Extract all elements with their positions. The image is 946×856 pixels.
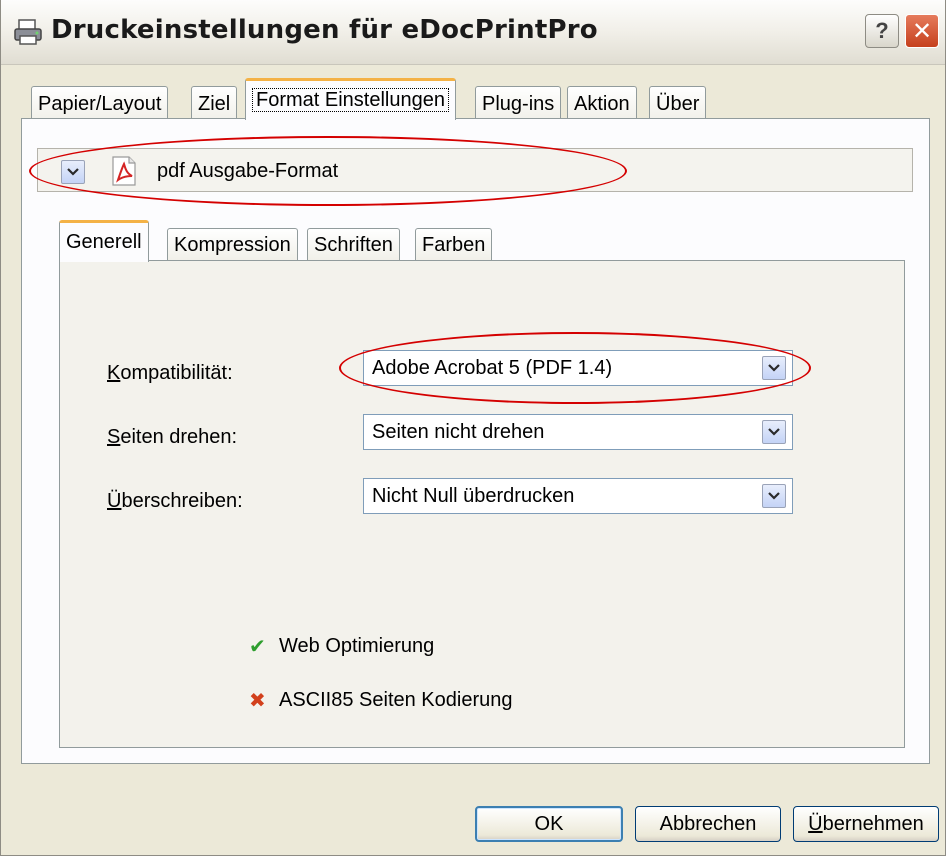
checkmark-icon: ✔ bbox=[249, 636, 266, 658]
compat-dropdown-button[interactable] bbox=[762, 356, 786, 380]
rotate-select[interactable]: Seiten nicht drehen bbox=[363, 414, 793, 450]
tab-ueber[interactable]: Über bbox=[649, 86, 707, 122]
subtab-farben[interactable]: Farben bbox=[415, 228, 493, 262]
option-web-optimierung[interactable]: ✔ Web Optimierung bbox=[249, 634, 434, 659]
help-button[interactable]: ? bbox=[865, 14, 899, 48]
rotate-dropdown-button[interactable] bbox=[762, 420, 786, 444]
subtab-kompression[interactable]: Kompression bbox=[167, 228, 298, 262]
subtab-generell[interactable]: Generell bbox=[59, 220, 149, 262]
tab-format-einstellungen[interactable]: Format Einstellungen bbox=[245, 78, 456, 120]
tab-format-einstellungen-label: Format Einstellungen bbox=[252, 88, 449, 112]
compat-select[interactable]: Adobe Acrobat 5 (PDF 1.4) bbox=[363, 350, 793, 386]
rotate-value: Seiten nicht drehen bbox=[372, 421, 545, 443]
tab-ziel[interactable]: Ziel bbox=[191, 86, 238, 122]
option-label: ASCII85 Seiten Kodierung bbox=[279, 689, 513, 711]
format-selected-value: pdf Ausgabe-Format bbox=[157, 160, 339, 182]
ok-button[interactable]: OK bbox=[475, 806, 623, 842]
tab-aktion[interactable]: Aktion bbox=[567, 86, 637, 122]
compat-label: Kompatibilität: bbox=[107, 362, 233, 384]
chevron-down-icon bbox=[67, 168, 79, 176]
window-title: Druckeinstellungen für eDocPrintPro bbox=[51, 15, 598, 45]
pdf-icon bbox=[112, 156, 136, 186]
chevron-down-icon bbox=[768, 428, 780, 436]
cancel-button[interactable]: Abbrechen bbox=[635, 806, 781, 842]
dialog-window: Druckeinstellungen für eDocPrintPro ? ✕ … bbox=[0, 0, 946, 856]
tab-papier-layout[interactable]: Papier/Layout bbox=[31, 86, 169, 122]
rotate-label: Seiten drehen: bbox=[107, 426, 238, 448]
overprint-dropdown-button[interactable] bbox=[762, 484, 786, 508]
overprint-select[interactable]: Nicht Null überdrucken bbox=[363, 478, 793, 514]
apply-button[interactable]: Übernehmen bbox=[793, 806, 939, 842]
chevron-down-icon bbox=[768, 364, 780, 372]
printer-icon bbox=[14, 19, 42, 45]
tab-plug-ins[interactable]: Plug-ins bbox=[475, 86, 562, 122]
subtab-schriften[interactable]: Schriften bbox=[307, 228, 400, 262]
title-bar[interactable]: Druckeinstellungen für eDocPrintPro ? ✕ bbox=[1, 0, 945, 65]
compat-value: Adobe Acrobat 5 (PDF 1.4) bbox=[372, 357, 613, 379]
option-label: Web Optimierung bbox=[279, 635, 435, 657]
close-button[interactable]: ✕ bbox=[905, 14, 939, 48]
overprint-label: Überschreiben: bbox=[107, 490, 243, 512]
cross-icon: ✖ bbox=[249, 690, 266, 712]
chevron-down-icon bbox=[768, 492, 780, 500]
format-dropdown-button[interactable] bbox=[61, 160, 85, 184]
option-ascii85[interactable]: ✖ ASCII85 Seiten Kodierung bbox=[249, 688, 513, 713]
overprint-value: Nicht Null überdrucken bbox=[372, 485, 575, 507]
